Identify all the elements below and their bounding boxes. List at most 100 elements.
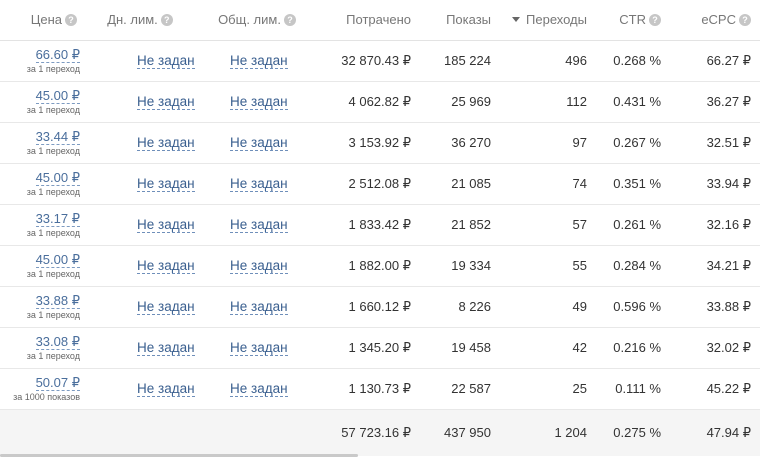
impressions-cell: 19 458 bbox=[420, 327, 500, 369]
price-cell: 50.07 ₽ за 1000 показов bbox=[0, 368, 86, 410]
clicks-cell: 57 bbox=[500, 204, 596, 246]
help-icon[interactable]: ? bbox=[160, 14, 173, 27]
spent-cell: 32 870.43 ₽ bbox=[320, 40, 420, 82]
impressions-cell: 25 969 bbox=[420, 81, 500, 123]
total-limit-link[interactable]: Не задан bbox=[230, 176, 288, 192]
day-limit-cell: Не задан bbox=[86, 163, 195, 205]
impressions-cell: 36 270 bbox=[420, 122, 500, 164]
day-limit-link[interactable]: Не задан bbox=[137, 176, 195, 192]
help-icon[interactable]: ? bbox=[283, 14, 296, 27]
day-limit-link[interactable]: Не задан bbox=[137, 135, 195, 151]
spent-cell: 1 130.73 ₽ bbox=[320, 368, 420, 410]
total-limit-link[interactable]: Не задан bbox=[230, 381, 288, 397]
spent-cell: 1 833.42 ₽ bbox=[320, 204, 420, 246]
clicks-cell: 112 bbox=[500, 81, 596, 123]
total-clicks: 1 204 bbox=[500, 409, 596, 456]
day-limit-cell: Не задан bbox=[86, 81, 195, 123]
sort-desc-icon bbox=[512, 17, 521, 23]
help-icon[interactable]: ? bbox=[649, 14, 661, 27]
ctr-cell: 0.351 % bbox=[596, 163, 670, 205]
column-header-day-limit[interactable]: Дн. лим.? bbox=[86, 0, 194, 41]
price-unit-label: за 1 переход bbox=[26, 350, 80, 361]
day-limit-link[interactable]: Не задан bbox=[137, 381, 195, 397]
price-value-link[interactable]: 45.00 ₽ bbox=[35, 170, 80, 186]
impressions-cell: 8 226 bbox=[420, 286, 500, 328]
table-row: 33.08 ₽ за 1 переход Не задан Не задан 1 345… bbox=[0, 327, 760, 369]
clicks-cell: 55 bbox=[500, 245, 596, 287]
total-limit-cell: Не задан bbox=[194, 245, 320, 287]
spent-cell: 1 345.20 ₽ bbox=[320, 327, 420, 369]
total-limit-cell: Не задан bbox=[194, 286, 320, 328]
day-limit-link[interactable]: Не задан bbox=[137, 258, 195, 274]
day-limit-cell: Не задан bbox=[86, 245, 195, 287]
total-ctr: 0.275 % bbox=[596, 409, 670, 456]
price-value-link[interactable]: 33.17 ₽ bbox=[35, 211, 80, 227]
ecpc-cell: 33.94 ₽ bbox=[670, 163, 760, 205]
price-value-link[interactable]: 33.44 ₽ bbox=[35, 129, 80, 145]
total-limit-link[interactable]: Не задан bbox=[230, 340, 288, 356]
column-header-impressions[interactable]: Показы bbox=[420, 0, 500, 41]
spent-cell: 1 882.00 ₽ bbox=[320, 245, 420, 287]
day-limit-link[interactable]: Не задан bbox=[137, 340, 195, 356]
price-cell: 33.44 ₽ за 1 переход bbox=[0, 122, 86, 164]
price-unit-label: за 1 переход bbox=[26, 145, 80, 156]
total-limit-cell: Не задан bbox=[194, 327, 320, 369]
help-icon[interactable]: ? bbox=[739, 14, 751, 27]
clicks-cell: 496 bbox=[500, 40, 596, 82]
price-cell: 45.00 ₽ за 1 переход bbox=[0, 245, 86, 287]
clicks-cell: 25 bbox=[500, 368, 596, 410]
table-row: 45.00 ₽ за 1 переход Не задан Не задан 2 512… bbox=[0, 163, 760, 205]
total-limit-link[interactable]: Не задан bbox=[230, 299, 288, 315]
column-header-total-limit[interactable]: Общ. лим.? bbox=[194, 0, 320, 41]
ecpc-cell: 66.27 ₽ bbox=[670, 40, 760, 82]
total-limit-cell: Не задан bbox=[194, 40, 320, 82]
day-limit-link[interactable]: Не задан bbox=[137, 299, 195, 315]
ecpc-cell: 33.88 ₽ bbox=[670, 286, 760, 328]
price-value-link[interactable]: 33.08 ₽ bbox=[35, 334, 80, 350]
price-unit-label: за 1000 показов bbox=[13, 391, 80, 402]
price-unit-label: за 1 переход bbox=[26, 309, 80, 320]
table-row: 33.88 ₽ за 1 переход Не задан Не задан 1 660… bbox=[0, 286, 760, 328]
price-cell: 45.00 ₽ за 1 переход bbox=[0, 81, 86, 123]
price-value-link[interactable]: 45.00 ₽ bbox=[35, 88, 80, 104]
ecpc-cell: 32.51 ₽ bbox=[670, 122, 760, 164]
table-header: Цена? Дн. лим.? Общ. лим.? Потрачено Пок… bbox=[0, 0, 760, 41]
clicks-cell: 74 bbox=[500, 163, 596, 205]
total-limit-link[interactable]: Не задан bbox=[230, 94, 288, 110]
totals-empty-cell bbox=[86, 409, 194, 456]
column-header-spent[interactable]: Потрачено bbox=[320, 0, 420, 41]
column-header-ecpc[interactable]: eCPC? bbox=[670, 0, 760, 41]
price-value-link[interactable]: 66.60 ₽ bbox=[35, 47, 80, 63]
total-limit-cell: Не задан bbox=[194, 81, 320, 123]
price-unit-label: за 1 переход bbox=[26, 63, 80, 74]
ecpc-cell: 45.22 ₽ bbox=[670, 368, 760, 410]
clicks-cell: 97 bbox=[500, 122, 596, 164]
total-limit-cell: Не задан bbox=[194, 122, 320, 164]
impressions-cell: 19 334 bbox=[420, 245, 500, 287]
help-icon[interactable]: ? bbox=[65, 14, 77, 27]
day-limit-cell: Не задан bbox=[86, 368, 195, 410]
price-value-link[interactable]: 45.00 ₽ bbox=[35, 252, 80, 268]
ctr-cell: 0.284 % bbox=[596, 245, 670, 287]
total-limit-link[interactable]: Не задан bbox=[230, 217, 288, 233]
total-limit-link[interactable]: Не задан bbox=[230, 258, 288, 274]
total-limit-link[interactable]: Не задан bbox=[230, 135, 288, 151]
price-value-link[interactable]: 33.88 ₽ bbox=[35, 293, 80, 309]
price-value-link[interactable]: 50.07 ₽ bbox=[35, 375, 80, 391]
clicks-cell: 42 bbox=[500, 327, 596, 369]
column-header-clicks[interactable]: Переходы bbox=[500, 0, 596, 41]
total-limit-cell: Не задан bbox=[194, 368, 320, 410]
table-row: 45.00 ₽ за 1 переход Не задан Не задан 4 062… bbox=[0, 81, 760, 123]
total-spent: 57 723.16 ₽ bbox=[320, 409, 420, 456]
column-header-price[interactable]: Цена? bbox=[0, 0, 86, 41]
ctr-cell: 0.268 % bbox=[596, 40, 670, 82]
day-limit-link[interactable]: Не задан bbox=[137, 94, 195, 110]
day-limit-link[interactable]: Не задан bbox=[137, 217, 195, 233]
table-row: 66.60 ₽ за 1 переход Не задан Не задан 32 87… bbox=[0, 40, 760, 82]
price-unit-label: за 1 переход bbox=[26, 268, 80, 279]
total-limit-link[interactable]: Не задан bbox=[230, 53, 288, 69]
ctr-cell: 0.431 % bbox=[596, 81, 670, 123]
price-cell: 66.60 ₽ за 1 переход bbox=[0, 40, 86, 82]
column-header-ctr[interactable]: CTR? bbox=[596, 0, 670, 41]
day-limit-link[interactable]: Не задан bbox=[137, 53, 195, 69]
